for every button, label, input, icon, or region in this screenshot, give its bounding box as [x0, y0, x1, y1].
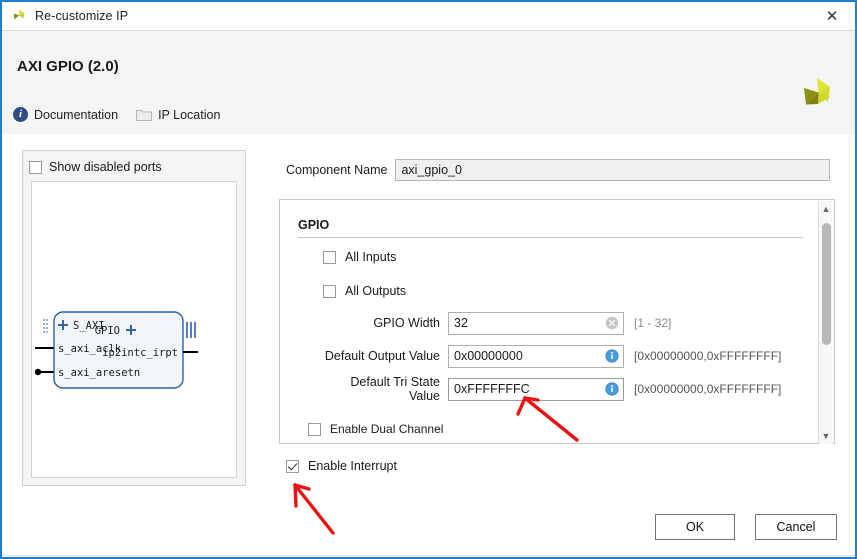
window-title: Re-customize IP [35, 9, 128, 23]
ip-symbol-canvas: S_AXI s_axi_aclk s_axi_aresetn GPIO ip2i… [31, 181, 237, 478]
ip-location-label: IP Location [158, 108, 220, 122]
all-outputs-label: All Outputs [345, 284, 406, 298]
component-name-input[interactable] [395, 159, 830, 181]
default-tri-state-value-input[interactable] [448, 378, 624, 401]
ip-location-link[interactable]: IP Location [136, 108, 220, 122]
header-links: i Documentation IP Location [13, 107, 238, 122]
documentation-label: Documentation [34, 108, 118, 122]
gpio-group-divider [298, 237, 803, 238]
svg-text:GPIO: GPIO [95, 325, 120, 337]
close-icon[interactable]: ✕ [809, 2, 855, 30]
svg-text:s_axi_aresetn: s_axi_aresetn [58, 367, 140, 379]
re-customize-ip-dialog: Re-customize IP ✕ AXI GPIO (2.0) i Docum… [0, 0, 857, 559]
ip-block-diagram: S_AXI s_axi_aclk s_axi_aresetn GPIO ip2i… [32, 182, 237, 478]
gpio-width-range: [1 - 32] [634, 316, 671, 330]
chevron-down-icon[interactable]: ▼ [819, 429, 833, 443]
xilinx-logo-icon [11, 8, 27, 24]
enable-dual-channel-row[interactable]: Enable Dual Channel [308, 418, 443, 440]
component-name-label: Component Name [286, 163, 387, 177]
all-outputs-checkbox[interactable] [323, 285, 336, 298]
documentation-link[interactable]: i Documentation [13, 107, 118, 122]
info-circle-icon: i [13, 107, 28, 122]
default-tri-state-value-row: Default Tri State Value [0x00000000,0xFF… [322, 378, 822, 400]
title-bar: Re-customize IP ✕ [2, 2, 855, 31]
folder-icon [136, 108, 152, 121]
all-outputs-row[interactable]: All Outputs [323, 280, 406, 302]
show-disabled-ports-label: Show disabled ports [49, 160, 162, 174]
enable-dual-channel-label: Enable Dual Channel [330, 422, 443, 436]
clear-circle-icon[interactable] [605, 316, 619, 330]
gpio-width-input[interactable] [448, 312, 624, 335]
scrollbar-thumb[interactable] [822, 223, 831, 345]
info-circle-icon[interactable] [605, 349, 619, 363]
footer-divider [2, 555, 855, 556]
show-disabled-ports-row[interactable]: Show disabled ports [29, 160, 162, 174]
enable-interrupt-row[interactable]: Enable Interrupt [286, 459, 397, 473]
show-disabled-ports-checkbox[interactable] [29, 161, 42, 174]
svg-text:ip2intc_irpt: ip2intc_irpt [102, 347, 178, 359]
enable-dual-channel-checkbox[interactable] [308, 423, 321, 436]
dialog-header: AXI GPIO (2.0) i Documentation IP Locati… [2, 31, 855, 134]
default-tri-state-value-range: [0x00000000,0xFFFFFFFF] [634, 382, 781, 396]
page-title: AXI GPIO (2.0) [17, 58, 119, 75]
default-output-value-range: [0x00000000,0xFFFFFFFF] [634, 349, 781, 363]
all-inputs-row[interactable]: All Inputs [323, 246, 396, 268]
ip-symbol-panel: Show disabled ports [22, 150, 246, 486]
default-output-value-row: Default Output Value [0x00000000,0xFFFFF… [322, 345, 822, 367]
ok-button[interactable]: OK [655, 514, 735, 540]
dialog-footer: OK Cancel [2, 511, 855, 557]
gpio-panel-scrollbar[interactable]: ▲ ▼ [818, 201, 833, 444]
default-output-value-input[interactable] [448, 345, 624, 368]
dialog-body: Show disabled ports [2, 134, 855, 557]
component-name-row: Component Name [286, 159, 830, 181]
gpio-width-label: GPIO Width [322, 316, 448, 330]
default-output-value-label: Default Output Value [322, 349, 448, 363]
gpio-settings-panel: GPIO All Inputs All Outputs GPIO Width [279, 199, 835, 444]
xilinx-logo-icon [797, 75, 837, 115]
cancel-button[interactable]: Cancel [755, 514, 837, 540]
enable-interrupt-label: Enable Interrupt [308, 459, 397, 473]
enable-interrupt-checkbox[interactable] [286, 460, 299, 473]
all-inputs-checkbox[interactable] [323, 251, 336, 264]
gpio-width-row: GPIO Width [1 - 32] [322, 312, 822, 334]
default-tri-state-value-label: Default Tri State Value [322, 375, 448, 403]
info-circle-icon[interactable] [605, 382, 619, 396]
chevron-up-icon[interactable]: ▲ [819, 202, 833, 216]
all-inputs-label: All Inputs [345, 250, 396, 264]
gpio-group-title: GPIO [298, 218, 329, 232]
